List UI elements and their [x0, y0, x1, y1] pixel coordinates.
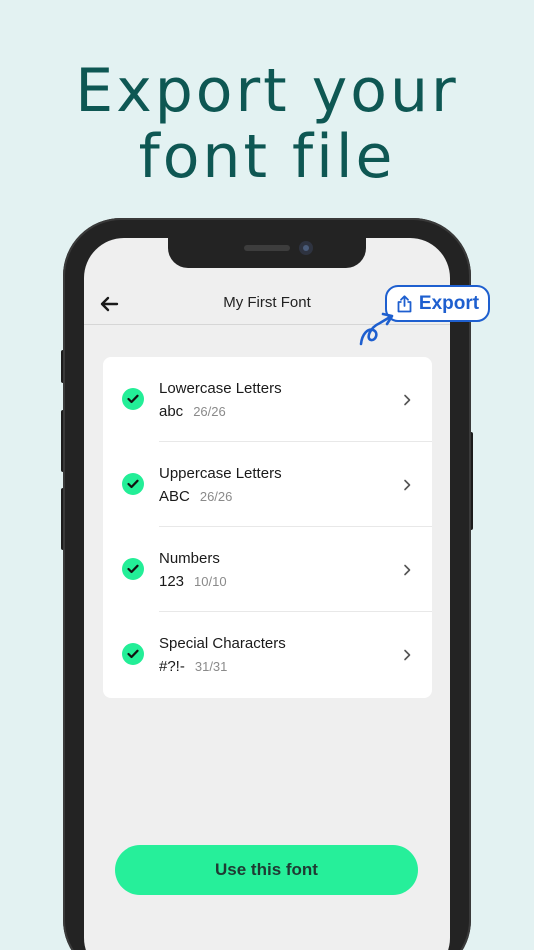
share-icon	[397, 294, 412, 312]
promo-headline-line-1: Export your	[75, 56, 459, 126]
use-this-font-button[interactable]: Use this font	[115, 845, 418, 895]
chevron-right-icon	[404, 649, 411, 661]
category-sample: 123 10/10	[159, 573, 227, 590]
category-count: 26/26	[193, 404, 226, 419]
category-title: Lowercase Letters	[159, 380, 282, 397]
category-title: Numbers	[159, 550, 220, 567]
category-row-special[interactable]: Special Characters #?!- 31/31	[103, 612, 432, 697]
category-sample: abc 26/26	[159, 403, 226, 420]
category-title: Uppercase Letters	[159, 465, 282, 482]
category-count: 26/26	[199, 489, 233, 504]
category-count: 31/31	[194, 659, 228, 674]
category-list: Lowercase Letters abc 26/26 Uppercase Let…	[103, 357, 432, 698]
category-row-numbers[interactable]: Numbers 123 10/10	[103, 527, 432, 612]
promo-headline: Export your font file	[0, 58, 534, 190]
phone-camera	[299, 241, 313, 255]
chevron-right-icon	[404, 564, 411, 576]
chevron-right-icon	[404, 394, 411, 406]
category-sample-text: 123	[159, 573, 185, 590]
checkmark-icon	[122, 643, 144, 665]
promo-headline-line-2: font file	[138, 122, 396, 192]
phone-speaker	[244, 245, 290, 251]
checkmark-icon	[122, 473, 144, 495]
arrow-left-icon[interactable]	[98, 293, 120, 315]
category-count: 10/10	[194, 574, 227, 589]
category-row-lowercase[interactable]: Lowercase Letters abc 26/26	[103, 357, 432, 442]
checkmark-icon	[122, 558, 144, 580]
category-sample: #?!- 31/31	[159, 658, 227, 675]
phone-notch	[168, 236, 366, 268]
category-title: Special Characters	[159, 635, 286, 652]
curly-arrow-icon	[359, 312, 394, 346]
export-button[interactable]: Export	[385, 285, 490, 322]
category-sample-text: abc	[159, 403, 184, 420]
chevron-right-icon	[404, 479, 411, 491]
category-row-uppercase[interactable]: Uppercase Letters ABC 26/26	[103, 442, 432, 527]
category-sample-text: ABC	[159, 488, 190, 505]
checkmark-icon	[122, 388, 144, 410]
category-sample-text: #?!-	[159, 658, 185, 675]
page-title: My First Font	[223, 294, 311, 311]
export-button-label: Export	[418, 292, 480, 314]
category-sample: ABC 26/26	[159, 488, 232, 505]
